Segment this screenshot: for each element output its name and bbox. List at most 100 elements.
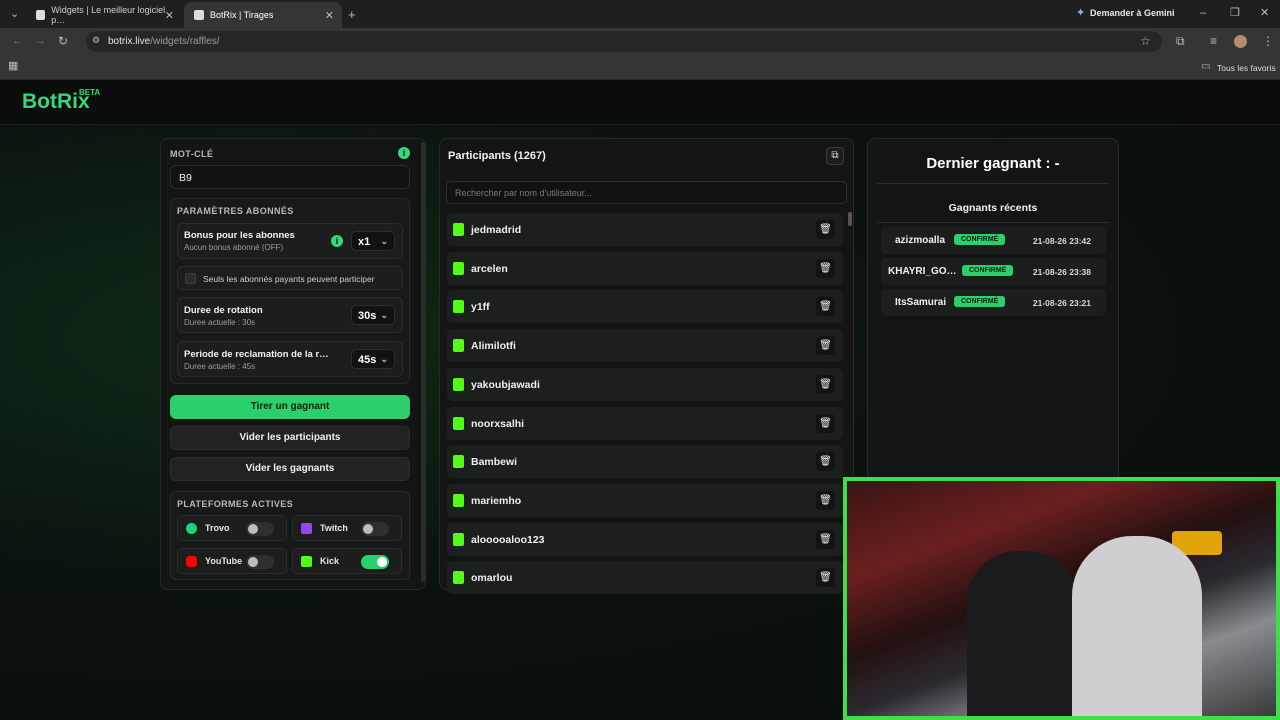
info-icon[interactable]: i bbox=[398, 147, 410, 159]
trash-icon[interactable]: 🗑 bbox=[816, 413, 835, 433]
botrix-favicon-icon bbox=[36, 10, 46, 20]
url-path: /widgets/raffles/ bbox=[150, 36, 220, 47]
reload-icon[interactable]: ↻ bbox=[58, 35, 68, 47]
copy-icon[interactable]: ⧉ bbox=[826, 147, 844, 165]
profile-avatar[interactable] bbox=[1234, 35, 1247, 48]
botrix-favicon-icon bbox=[194, 10, 204, 20]
draw-winner-button[interactable]: Tirer un gagnant bbox=[170, 395, 410, 419]
winner-row: ItsSamurai CONFIRMÉ 21-08-26 23:21 bbox=[881, 289, 1106, 316]
participant-name: noorxsalhi bbox=[471, 417, 525, 430]
forward-icon[interactable]: → bbox=[35, 36, 46, 47]
claim-subtitle: Duree actuelle : 45s bbox=[184, 362, 256, 371]
trash-icon[interactable]: 🗑 bbox=[816, 490, 835, 510]
participant-row: mariemho 🗑 bbox=[447, 483, 843, 517]
trash-icon[interactable]: 🗑 bbox=[816, 568, 835, 588]
subs-only-checkbox[interactable] bbox=[185, 273, 196, 284]
rotation-value: 30s bbox=[358, 310, 377, 322]
new-tab-icon[interactable]: + bbox=[348, 8, 356, 21]
participant-row: arcelen 🗑 bbox=[447, 251, 843, 285]
site-info-icon[interactable]: ⚙ bbox=[92, 36, 100, 45]
keyword-label: MOT-CLÉ bbox=[170, 149, 214, 159]
minimize-icon[interactable]: – bbox=[1200, 8, 1206, 19]
participant-row: Bambewi 🗑 bbox=[447, 445, 843, 479]
twitch-icon bbox=[301, 523, 312, 534]
address-bar[interactable]: ⚙ botrix.live/widgets/raffles/ ☆ bbox=[86, 31, 1162, 52]
winner-name: azizmoalla bbox=[895, 235, 946, 246]
tab-title: Widgets | Le meilleur logiciel p… bbox=[51, 5, 166, 25]
tab-botrix-tirages[interactable]: BotRix | Tirages ✕ bbox=[184, 2, 342, 28]
last-winner-title: Dernier gagnant : - bbox=[926, 155, 1060, 172]
participant-name: jedmadrid bbox=[471, 224, 522, 236]
back-icon[interactable]: ← bbox=[12, 36, 23, 47]
twitch-toggle[interactable] bbox=[361, 522, 389, 536]
trovo-icon bbox=[186, 523, 197, 534]
youtube-toggle[interactable] bbox=[246, 555, 274, 569]
all-bookmarks-link[interactable]: Tous les favoris bbox=[1217, 63, 1276, 73]
person-left bbox=[967, 551, 1077, 716]
participant-name: mariemho bbox=[471, 494, 522, 507]
participant-search-input[interactable]: Rechercher par nom d'utilisateur... bbox=[446, 181, 847, 204]
platform-name: Kick bbox=[320, 556, 340, 566]
subs-only-label: Seuls les abonnés payants peuvent partic… bbox=[203, 274, 375, 284]
platform-trovo: Trovo bbox=[177, 515, 287, 541]
trovo-toggle[interactable] bbox=[246, 522, 274, 536]
winner-date: 21-08-26 23:38 bbox=[1032, 267, 1091, 277]
subs-only-row[interactable]: Seuls les abonnés payants peuvent partic… bbox=[177, 266, 403, 290]
participant-name: alooooaloo123 bbox=[471, 533, 545, 546]
trash-icon[interactable]: 🗑 bbox=[816, 529, 835, 549]
close-icon[interactable]: ✕ bbox=[165, 9, 174, 22]
status-badge: CONFIRMÉ bbox=[954, 234, 1006, 245]
settings-scrollbar[interactable] bbox=[421, 142, 425, 582]
info-icon[interactable]: i bbox=[331, 235, 343, 247]
bonus-select[interactable]: x1 ⌄ bbox=[351, 231, 395, 251]
winner-name: KHAYRI_GO… bbox=[888, 266, 957, 277]
bookmarks-bar: ▦ ▭ Tous les favoris bbox=[0, 55, 1280, 80]
platforms-label: PLATEFORMES ACTIVES bbox=[177, 499, 294, 509]
rotation-select[interactable]: 30s ⌄ bbox=[351, 305, 395, 325]
participant-row: yakoubjawadi 🗑 bbox=[447, 367, 843, 401]
bonus-title: Bonus pour les abonnes bbox=[184, 230, 295, 241]
kick-icon bbox=[453, 416, 464, 430]
apps-grid-icon[interactable]: ▦ bbox=[8, 61, 18, 72]
keyword-input[interactable]: B9 bbox=[170, 165, 410, 189]
restore-icon[interactable]: ❐ bbox=[1230, 8, 1240, 19]
winner-row: KHAYRI_GO… CONFIRMÉ 21-08-26 23:38 bbox=[881, 258, 1106, 285]
kick-toggle[interactable] bbox=[361, 555, 389, 569]
gemini-button[interactable]: Demander à Gemini bbox=[1090, 8, 1175, 18]
window-close-icon[interactable]: ✕ bbox=[1260, 8, 1269, 19]
platform-youtube: YouTube bbox=[177, 548, 287, 574]
tab-search-icon[interactable]: ⌄ bbox=[10, 9, 19, 20]
winner-date: 21-08-26 23:21 bbox=[1032, 298, 1091, 308]
trash-icon[interactable]: 🗑 bbox=[816, 374, 835, 394]
kick-icon bbox=[301, 556, 312, 567]
app-header: BotRix BETA bbox=[0, 80, 1280, 125]
clear-winners-button[interactable]: Vider les gagnants bbox=[170, 457, 410, 481]
close-icon[interactable]: ✕ bbox=[325, 9, 334, 22]
browser-tabbar: ⌄ Widgets | Le meilleur logiciel p… ✕ Bo… bbox=[0, 0, 1280, 28]
kick-icon bbox=[453, 339, 464, 353]
rotation-subtitle: Duree actuelle : 30s bbox=[184, 318, 256, 327]
divider bbox=[877, 183, 1109, 184]
participant-row: noorxsalhi 🗑 bbox=[447, 406, 843, 440]
gemini-icon: ✦ bbox=[1076, 7, 1086, 19]
participant-name: arcelen bbox=[471, 262, 508, 275]
clear-participants-button[interactable]: Vider les participants bbox=[170, 426, 410, 450]
claim-select[interactable]: 45s ⌄ bbox=[351, 349, 395, 369]
participants-scrollbar[interactable] bbox=[848, 212, 852, 226]
trash-icon[interactable]: 🗑 bbox=[816, 258, 835, 278]
claim-value: 45s bbox=[358, 354, 377, 366]
trash-icon[interactable]: 🗑 bbox=[816, 297, 835, 317]
media-icon[interactable]: ≡ bbox=[1210, 35, 1217, 47]
menu-icon[interactable]: ⋮ bbox=[1262, 35, 1274, 47]
extensions-icon[interactable]: ⧉ bbox=[1176, 35, 1185, 47]
bookmark-star-icon[interactable]: ☆ bbox=[1140, 35, 1151, 47]
url-host: botrix.live bbox=[108, 36, 151, 47]
participant-row: jedmadrid 🗑 bbox=[447, 213, 843, 246]
trash-icon[interactable]: 🗑 bbox=[816, 452, 835, 472]
bonus-subtitle: Aucun bonus abonné (OFF) bbox=[184, 243, 284, 252]
kick-icon bbox=[453, 223, 464, 236]
status-badge: CONFIRMÉ bbox=[954, 296, 1006, 307]
tab-widgets[interactable]: Widgets | Le meilleur logiciel p… ✕ bbox=[26, 2, 182, 28]
trash-icon[interactable]: 🗑 bbox=[816, 220, 835, 239]
trash-icon[interactable]: 🗑 bbox=[816, 336, 835, 356]
